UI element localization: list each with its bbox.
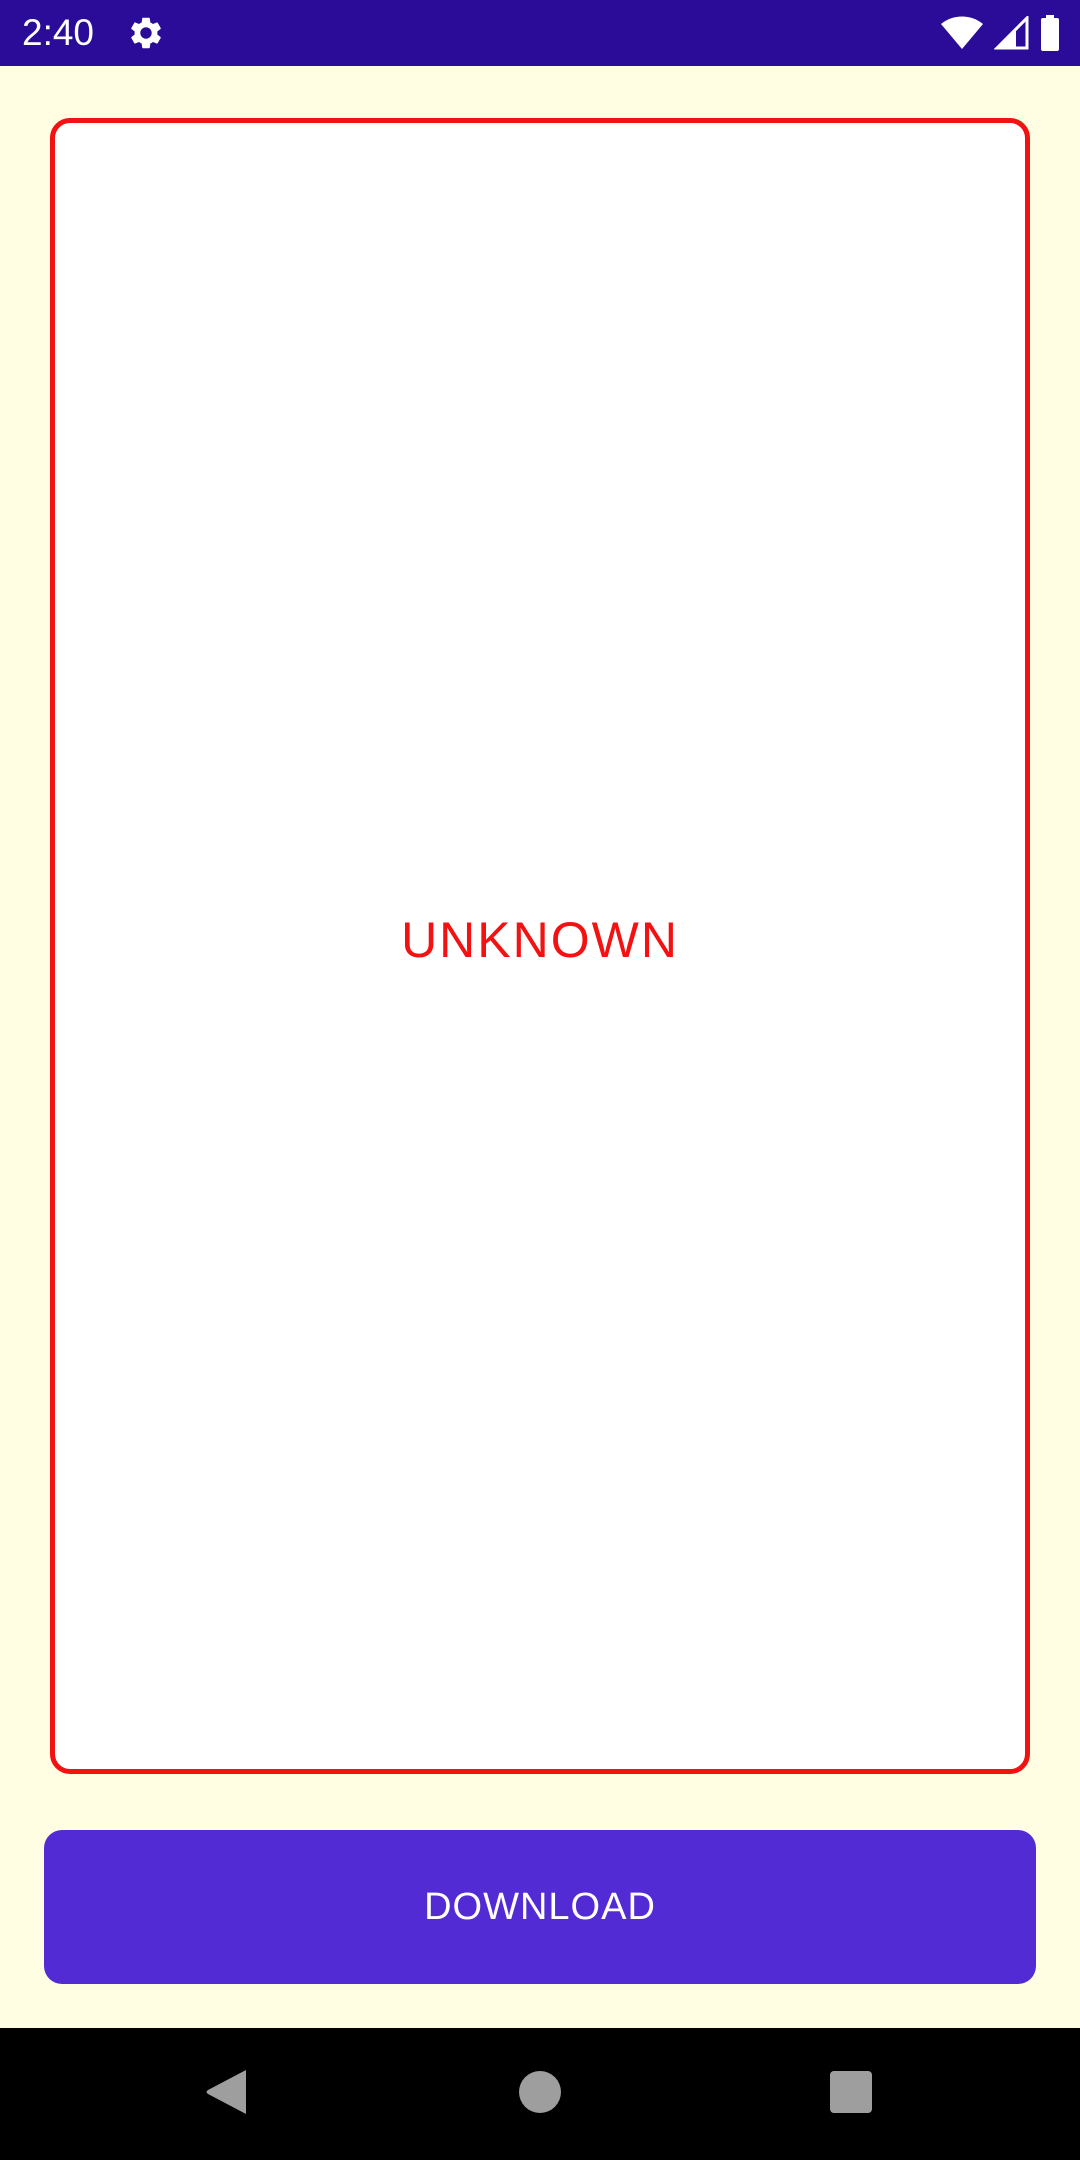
- status-time: 2:40: [22, 12, 95, 53]
- status-icons: [940, 14, 1060, 52]
- navigation-bar: [0, 2028, 1080, 2160]
- back-button[interactable]: [161, 2028, 291, 2160]
- battery-icon: [1040, 15, 1060, 51]
- home-icon: [518, 2070, 562, 2119]
- main-content: UNKNOWN DOWNLOAD: [0, 66, 1080, 2028]
- home-button[interactable]: [475, 2028, 605, 2160]
- status-card: UNKNOWN: [50, 118, 1030, 1774]
- download-button[interactable]: DOWNLOAD: [44, 1830, 1036, 1984]
- signal-icon: [994, 16, 1030, 50]
- back-icon: [204, 2068, 248, 2121]
- status-bar: 2:40: [0, 0, 1080, 66]
- recents-button[interactable]: [786, 2028, 916, 2160]
- recents-icon: [829, 2070, 873, 2119]
- status-label: UNKNOWN: [401, 912, 679, 968]
- gear-icon: [127, 14, 165, 52]
- wifi-icon: [940, 16, 984, 50]
